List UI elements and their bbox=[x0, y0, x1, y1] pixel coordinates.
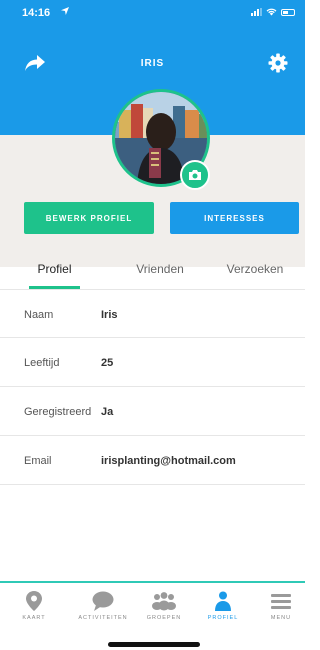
edit-profile-button[interactable]: BEWERK PROFIEL bbox=[24, 202, 154, 234]
detail-value: 25 bbox=[101, 357, 114, 369]
nav-item-groups[interactable]: GROEPEN bbox=[142, 591, 186, 631]
nav-label: PROFIEL bbox=[207, 615, 239, 621]
detail-row-name: Naam Iris bbox=[0, 289, 305, 338]
home-indicator bbox=[108, 642, 200, 647]
group-icon bbox=[152, 592, 176, 611]
nav-label: KAART bbox=[22, 615, 46, 621]
battery-icon bbox=[281, 8, 295, 16]
nav-label: ACTIVITEITEN bbox=[78, 615, 128, 621]
detail-row-email: Email irisplanting@hotmail.com bbox=[0, 436, 305, 485]
hamburger-menu-icon bbox=[271, 594, 291, 609]
camera-button[interactable] bbox=[180, 160, 210, 190]
map-pin-icon bbox=[26, 591, 42, 611]
profile-details: Naam Iris Leeftijd 25 Geregistreerd Ja E… bbox=[0, 289, 305, 485]
wifi-icon bbox=[266, 8, 277, 16]
detail-label: Geregistreerd bbox=[24, 406, 92, 418]
nav-label: GROEPEN bbox=[146, 615, 182, 621]
profile-tabs: Profiel Vrienden Verzoeken bbox=[0, 253, 305, 289]
detail-row-registered: Geregistreerd Ja bbox=[0, 387, 305, 436]
detail-value: Ja bbox=[101, 406, 114, 418]
detail-label: Email bbox=[24, 455, 52, 467]
status-indicators bbox=[251, 8, 295, 16]
status-time: 14:16 bbox=[22, 7, 51, 19]
signal-icon bbox=[251, 8, 262, 16]
interests-button[interactable]: INTERESSES bbox=[170, 202, 299, 234]
nav-item-menu[interactable]: MENU bbox=[265, 591, 297, 631]
page-title: IRIS bbox=[140, 58, 165, 69]
location-arrow-icon bbox=[61, 7, 69, 17]
nav-item-profile[interactable]: PROFIEL bbox=[201, 591, 245, 631]
camera-icon bbox=[189, 170, 201, 180]
nav-item-activities[interactable]: ACTIVITEITEN bbox=[72, 591, 134, 631]
gear-icon[interactable] bbox=[268, 53, 288, 73]
person-icon bbox=[215, 591, 231, 611]
detail-label: Naam bbox=[24, 309, 54, 321]
nav-label: MENU bbox=[270, 615, 292, 621]
status-bar: 14:16 bbox=[0, 0, 305, 24]
nav-item-map[interactable]: KAART bbox=[14, 591, 54, 631]
detail-label: Leeftijd bbox=[24, 357, 60, 369]
detail-value: Iris bbox=[101, 309, 118, 321]
detail-value: irisplanting@hotmail.com bbox=[101, 455, 236, 467]
speech-bubble-icon bbox=[92, 591, 114, 611]
bottom-nav: KAART ACTIVITEITEN GROEPEN PROFIEL MENU bbox=[0, 581, 305, 631]
detail-row-age: Leeftijd 25 bbox=[0, 338, 305, 387]
